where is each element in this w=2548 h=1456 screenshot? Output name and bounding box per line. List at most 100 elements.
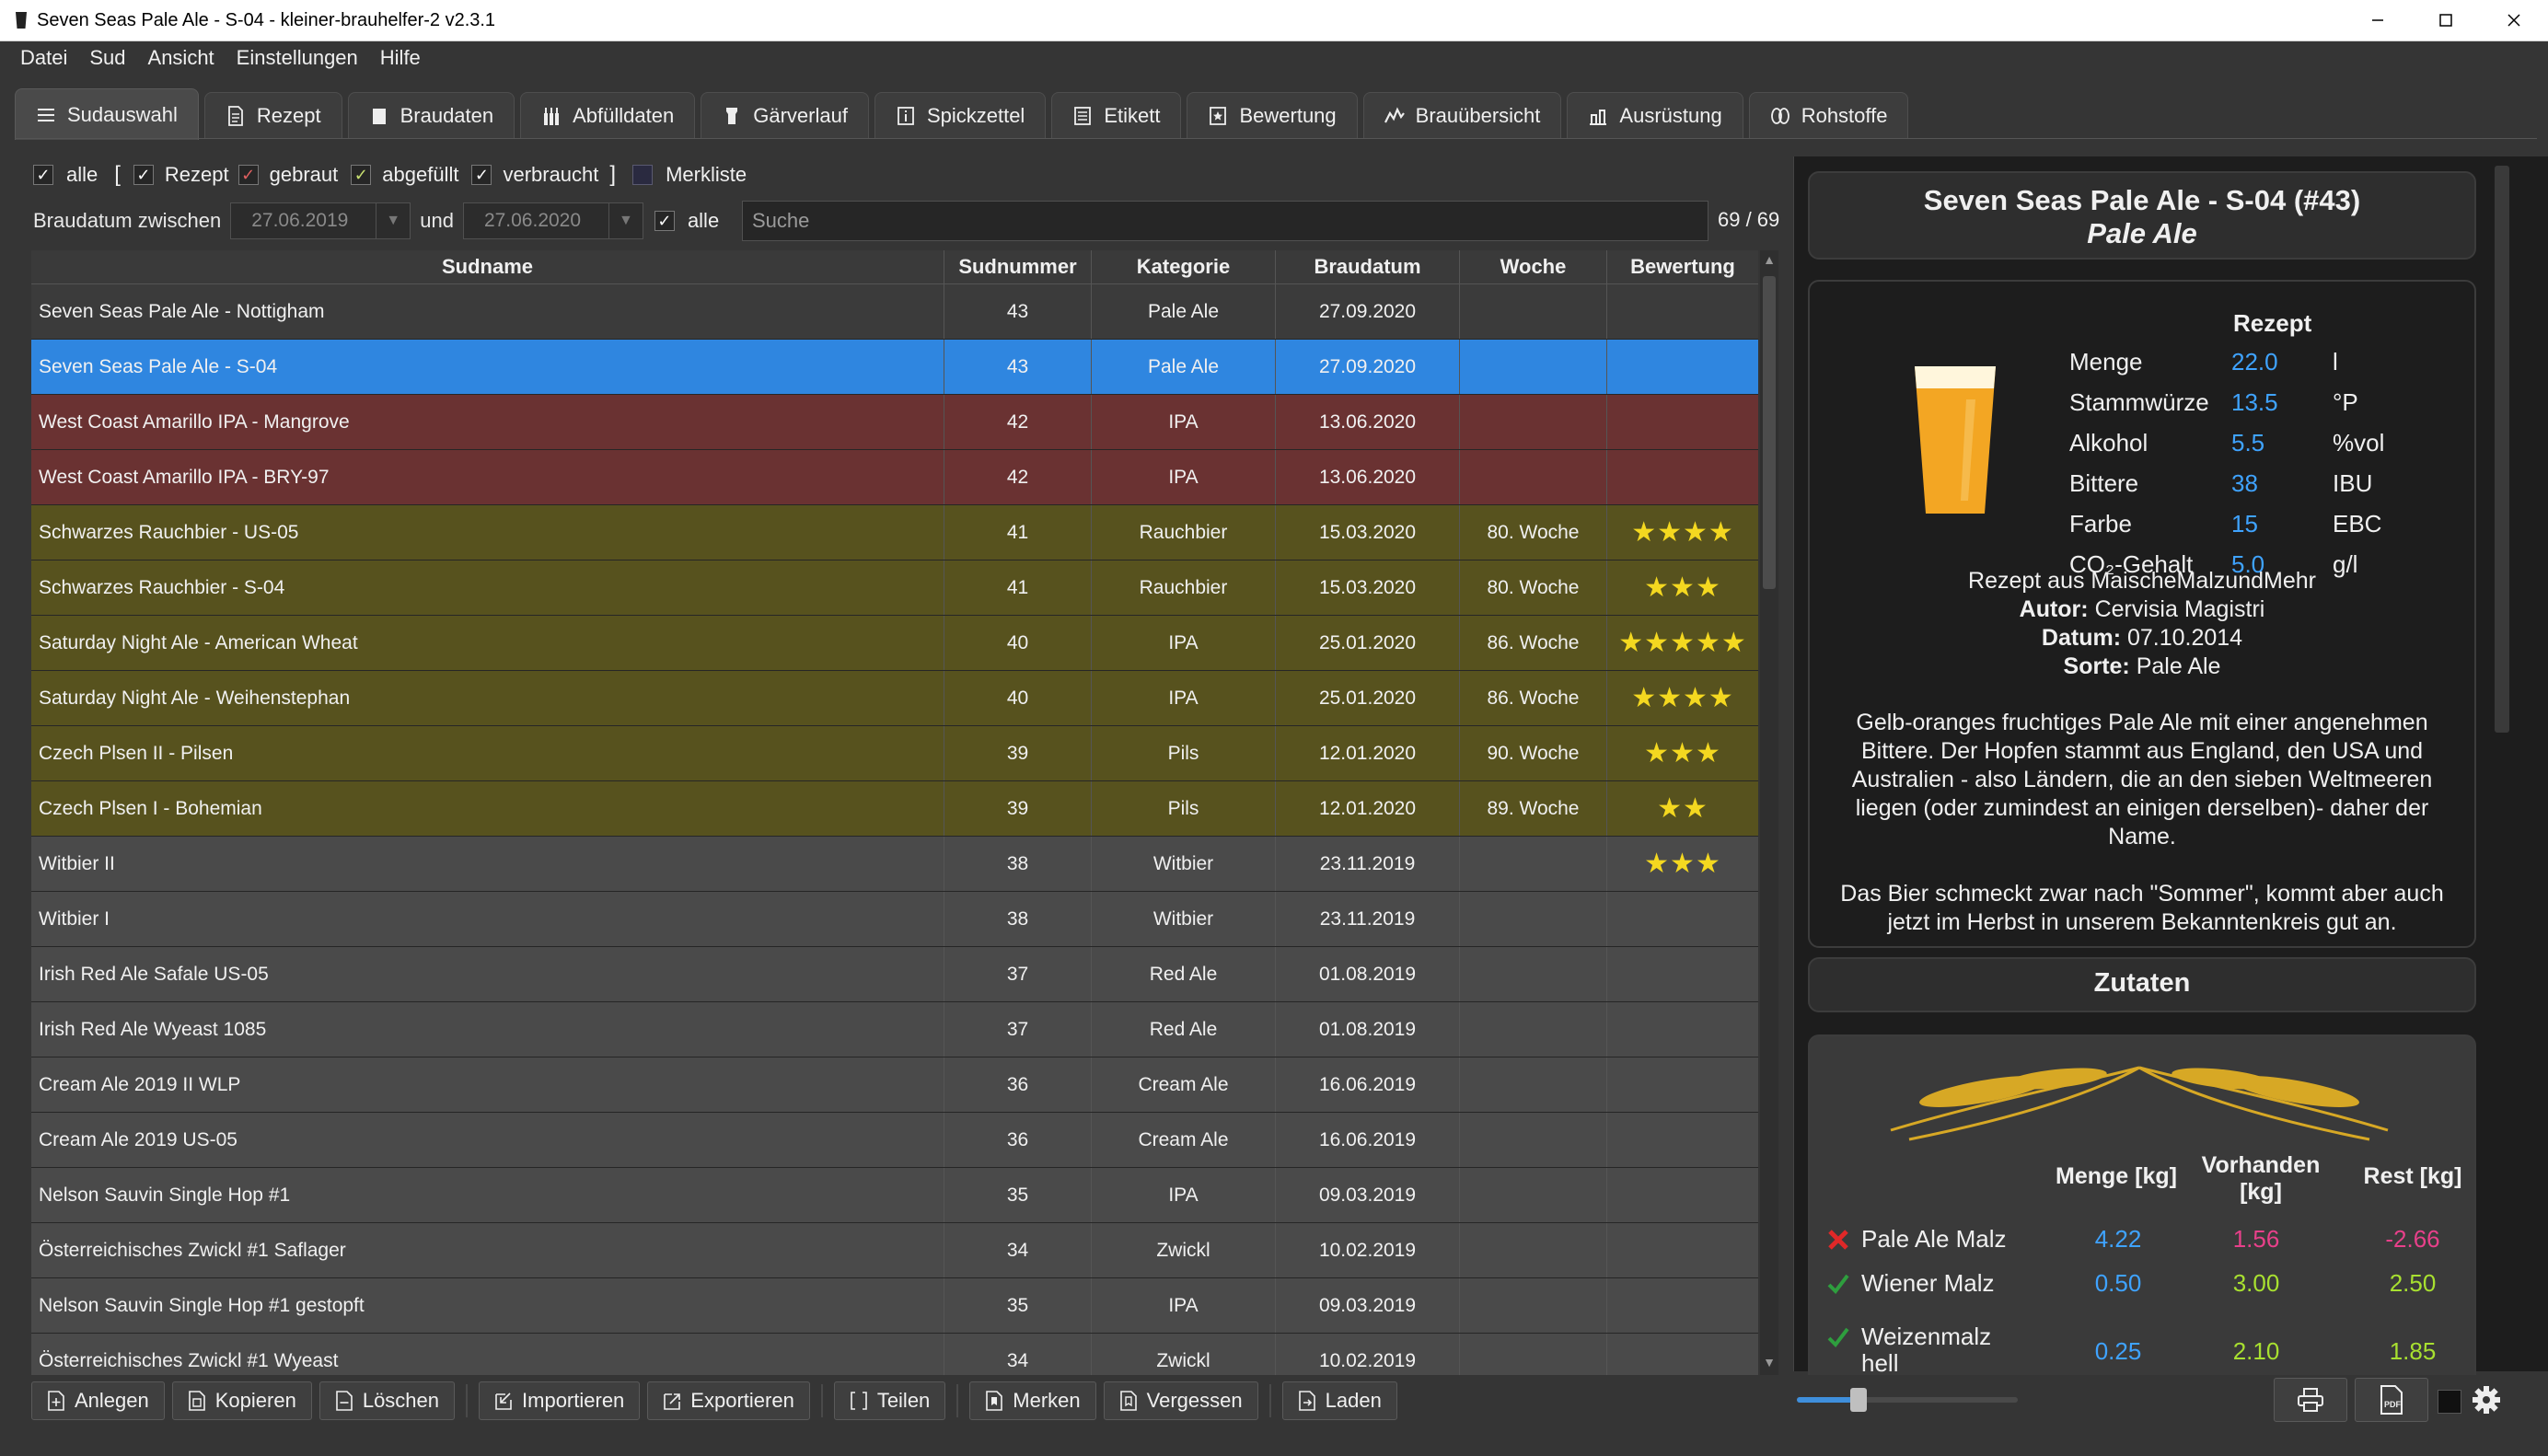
filter-gebraut-checkbox[interactable]: ✓ xyxy=(237,165,259,185)
slider-handle[interactable] xyxy=(1850,1388,1867,1412)
recipe-source: Rezept aus MaischeMalzundMehr xyxy=(1968,568,2316,594)
star-icon: ★ xyxy=(1695,628,1721,658)
table-row[interactable]: West Coast Amarillo IPA - BRY-97 42 IPA 13.… xyxy=(31,450,1758,505)
table-row[interactable]: Nelson Sauvin Single Hop #1 gestopft 35 IP… xyxy=(31,1278,1758,1334)
column-header-bewertung[interactable]: Bewertung xyxy=(1607,250,1758,283)
cell-bewertung xyxy=(1607,947,1758,1001)
table-row[interactable]: Schwarzes Rauchbier - US-05 41 Rauchbier 15… xyxy=(31,505,1758,560)
tab-abfuelldaten[interactable]: Abfülldaten xyxy=(520,92,696,138)
cell-woche xyxy=(1460,340,1607,394)
chevron-down-icon[interactable]: ▼ xyxy=(608,203,643,238)
cell-sudname: Österreichisches Zwickl #1 Saflager xyxy=(31,1223,944,1277)
close-button[interactable] xyxy=(2480,0,2548,40)
cell-kategorie: Zwickl xyxy=(1092,1334,1276,1375)
column-header-sudnummer[interactable]: Sudnummer xyxy=(944,250,1092,283)
toolbar-separator xyxy=(956,1384,959,1417)
tab-sudauswahl[interactable]: Sudauswahl xyxy=(15,88,199,140)
importieren-button[interactable]: Importieren xyxy=(479,1381,641,1420)
cell-bewertung xyxy=(1607,1334,1758,1375)
filter-merkliste-checkbox[interactable] xyxy=(632,165,654,185)
table-row[interactable]: Schwarzes Rauchbier - S-04 41 Rauchbier 15.… xyxy=(31,560,1758,616)
exportieren-button[interactable]: Exportieren xyxy=(647,1381,810,1420)
table-row[interactable]: Österreichisches Zwickl #1 Wyeast 34 Zwick… xyxy=(31,1334,1758,1375)
cell-woche: 80. Woche xyxy=(1460,560,1607,615)
table-row[interactable]: Irish Red Ale Safale US-05 37 Red Ale 01.08… xyxy=(31,947,1758,1002)
kopieren-button[interactable]: Kopieren xyxy=(171,1381,312,1420)
scroll-down-icon[interactable]: ▼ xyxy=(1760,1355,1778,1373)
tab-spickzettel[interactable]: Spickzettel xyxy=(874,92,1047,138)
teilen-button[interactable]: Teilen xyxy=(833,1381,946,1420)
loeschen-button[interactable]: Löschen xyxy=(318,1381,456,1420)
table-row[interactable]: Saturday Night Ale - American Wheat 40 IPA… xyxy=(31,616,1758,671)
merken-button[interactable]: Merken xyxy=(969,1381,1096,1420)
star-icon: ★ xyxy=(1644,628,1671,658)
table-row[interactable]: Seven Seas Pale Ale - S-04 43 Pale Ale 27.0… xyxy=(31,340,1758,395)
copy-icon xyxy=(188,1391,205,1411)
table-row[interactable]: Czech Plsen I - Bohemian 39 Pils 12.01.2020… xyxy=(31,781,1758,837)
scrollbar-thumb[interactable] xyxy=(1763,276,1776,589)
color-swatch[interactable] xyxy=(2438,1390,2461,1414)
table-row[interactable]: Cream Ale 2019 II WLP 36 Cream Ale 16.06.20… xyxy=(31,1057,1758,1113)
tab-ausruestung[interactable]: Ausrüstung xyxy=(1567,92,1743,138)
anlegen-button[interactable]: Anlegen xyxy=(31,1381,165,1420)
pdf-button[interactable]: PDF xyxy=(2355,1378,2428,1422)
table-header: Sudname Sudnummer Kategorie Braudatum Wo… xyxy=(31,250,1758,284)
table-scrollbar[interactable]: ▲ ▼ xyxy=(1760,250,1778,1375)
table-row[interactable]: Cream Ale 2019 US-05 36 Cream Ale 16.06.201… xyxy=(31,1113,1758,1168)
cell-sudname: Saturday Night Ale - American Wheat xyxy=(31,616,944,670)
table-row[interactable]: West Coast Amarillo IPA - Mangrove 42 IPA 1… xyxy=(31,395,1758,450)
menu-ansicht[interactable]: Ansicht xyxy=(148,46,214,70)
detail-scrollbar[interactable] xyxy=(2489,166,2515,1371)
cell-sudname: Irish Red Ale Safale US-05 xyxy=(31,947,944,1001)
date-to-picker[interactable]: 27.06.2020 ▼ xyxy=(462,202,643,239)
cell-woche xyxy=(1460,1278,1607,1333)
filter-abgefuellt-checkbox[interactable]: ✓ xyxy=(351,165,372,185)
menu-sud[interactable]: Sud xyxy=(89,46,125,70)
maximize-button[interactable] xyxy=(2412,0,2480,40)
tab-etikett[interactable]: Etikett xyxy=(1051,92,1182,138)
cell-braudatum: 16.06.2019 xyxy=(1276,1057,1460,1112)
minimize-button[interactable] xyxy=(2344,0,2412,40)
tab-gaerverlauf[interactable]: Gärverlauf xyxy=(701,92,869,138)
zoom-slider[interactable] xyxy=(1797,1388,2018,1412)
search-input[interactable]: Suche xyxy=(742,201,1708,241)
filter-abgefuellt-label: abgefüllt xyxy=(382,163,459,186)
menu-datei[interactable]: Datei xyxy=(20,46,67,70)
date-from-picker[interactable]: 27.06.2019 ▼ xyxy=(230,202,411,239)
menu-hilfe[interactable]: Hilfe xyxy=(380,46,421,70)
table-row[interactable]: Witbier I 38 Witbier 23.11.2019 xyxy=(31,892,1758,947)
laden-button[interactable]: Laden xyxy=(1281,1381,1397,1420)
scrollbar-thumb[interactable] xyxy=(2495,166,2509,733)
column-header-woche[interactable]: Woche xyxy=(1460,250,1607,283)
filter-alle-dates-checkbox[interactable]: ✓ xyxy=(654,211,675,231)
table-row[interactable]: Österreichisches Zwickl #1 Saflager 34 Zwi… xyxy=(31,1223,1758,1278)
chevron-down-icon[interactable]: ▼ xyxy=(376,203,410,238)
table-row[interactable]: Seven Seas Pale Ale - Nottigham 43 Pale Al… xyxy=(31,284,1758,340)
tab-bewertung[interactable]: Bewertung xyxy=(1187,92,1358,138)
tab-rohstoffe[interactable]: Rohstoffe xyxy=(1748,92,1909,138)
table-row[interactable]: Nelson Sauvin Single Hop #1 35 IPA 09.03.20… xyxy=(31,1168,1758,1223)
filter-alle-checkbox[interactable]: ✓ xyxy=(33,165,53,185)
table-row[interactable]: Czech Plsen II - Pilsen 39 Pils 12.01.2020 9… xyxy=(31,726,1758,781)
recipe-value-label: Bittere xyxy=(2069,469,2138,498)
print-button[interactable] xyxy=(2274,1378,2347,1422)
cell-woche xyxy=(1460,1168,1607,1222)
tab-rezept[interactable]: Rezept xyxy=(203,92,342,138)
table-row[interactable]: Saturday Night Ale - Weihenstephan 40 IPA 2… xyxy=(31,671,1758,726)
filter-rezept-checkbox[interactable]: ✓ xyxy=(133,165,154,185)
table-row[interactable]: Witbier II 38 Witbier 23.11.2019 ★ ★ ★ xyxy=(31,837,1758,892)
vergessen-button[interactable]: Vergessen xyxy=(1103,1381,1258,1420)
filter-verbraucht-checkbox[interactable]: ✓ xyxy=(471,165,492,185)
scroll-up-icon[interactable]: ▲ xyxy=(1760,252,1778,271)
star-icon: ★ xyxy=(1670,572,1696,603)
cell-woche xyxy=(1460,892,1607,946)
cell-woche: 86. Woche xyxy=(1460,671,1607,725)
menu-einstellungen[interactable]: Einstellungen xyxy=(237,46,358,70)
column-header-sudname[interactable]: Sudname xyxy=(31,250,944,283)
table-row[interactable]: Irish Red Ale Wyeast 1085 37 Red Ale 01.08.… xyxy=(31,1002,1758,1057)
tab-braudaten[interactable]: Braudaten xyxy=(347,92,515,138)
tab-brauuebersicht[interactable]: Brauübersicht xyxy=(1362,92,1562,138)
settings-button[interactable] xyxy=(2471,1384,2502,1416)
column-header-kategorie[interactable]: Kategorie xyxy=(1092,250,1276,283)
column-header-braudatum[interactable]: Braudatum xyxy=(1276,250,1460,283)
